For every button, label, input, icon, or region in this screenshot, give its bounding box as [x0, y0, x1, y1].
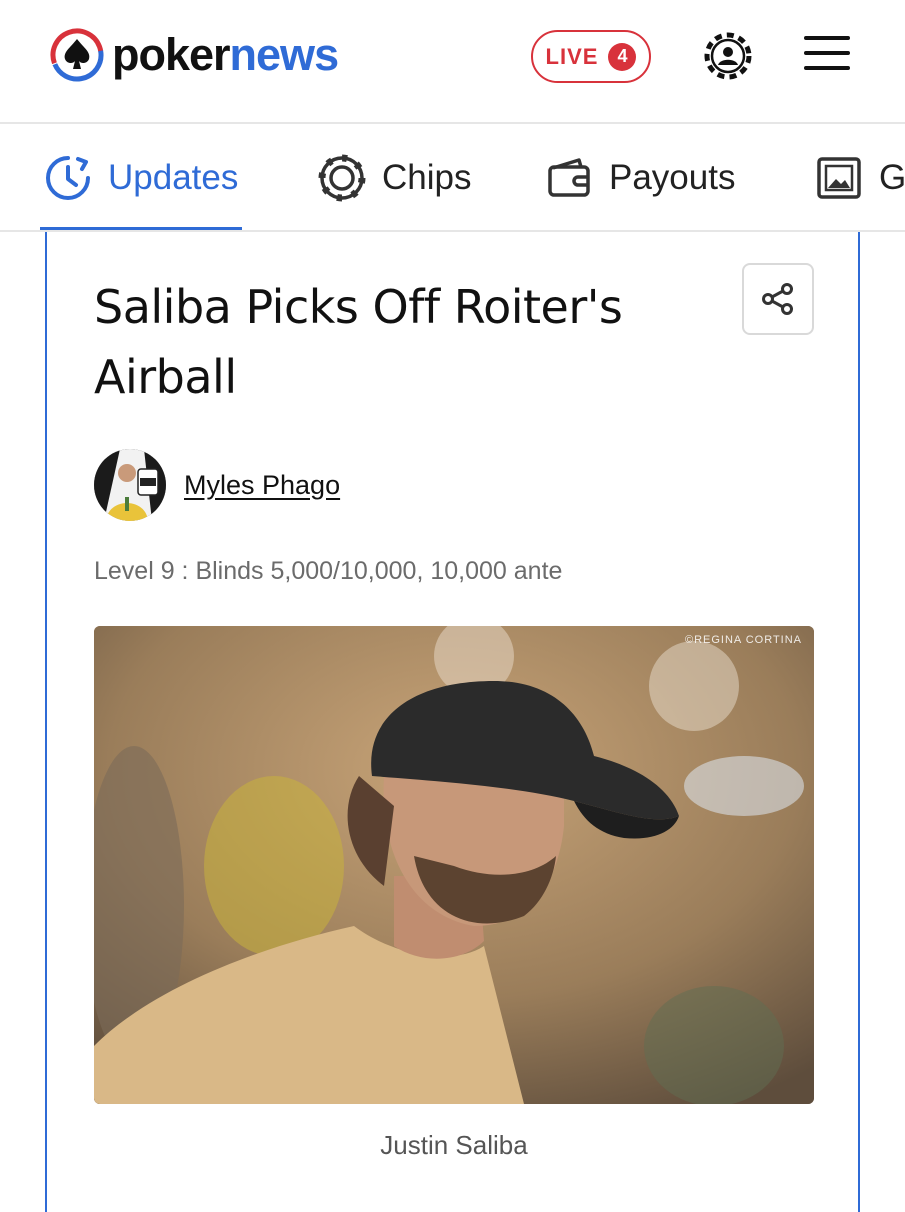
tab-gallery[interactable]: G: [815, 126, 905, 230]
post-title: Saliba Picks Off Roiter's Airball: [94, 280, 623, 404]
tab-label: Payouts: [609, 158, 736, 197]
live-label: LIVE: [545, 43, 599, 69]
tab-label: G: [879, 158, 905, 197]
spade-logo-icon: [50, 28, 104, 82]
section-tabs: Updates Chips Payouts G: [0, 126, 905, 232]
pokernews-logo[interactable]: pokernews: [50, 28, 340, 82]
live-update-card: Saliba Picks Off Roiter's Airball Myles …: [45, 232, 860, 1212]
tab-label: Chips: [382, 158, 472, 197]
live-count-badge: 4: [608, 42, 637, 71]
share-button[interactable]: [742, 263, 814, 335]
share-icon: [762, 283, 793, 315]
logo-wordmark: pokernews: [112, 28, 340, 82]
photo-caption: Justin Saliba: [380, 1130, 528, 1160]
author-link[interactable]: Myles Phago: [184, 470, 340, 501]
wallet-icon: [548, 158, 590, 197]
hamburger-menu-icon[interactable]: [804, 36, 850, 72]
menu-line: [804, 66, 850, 70]
tab-payouts[interactable]: Payouts: [545, 126, 735, 230]
live-button[interactable]: LIVE 4: [531, 30, 651, 83]
avatar[interactable]: [94, 449, 166, 521]
author-block: Myles Phago: [94, 449, 340, 521]
top-header: pokernews LIVE 4: [0, 0, 905, 124]
level-blinds-info: Level 9 : Blinds 5,000/10,000, 10,000 an…: [94, 557, 563, 585]
player-photo-illustration: [94, 626, 814, 1104]
menu-line: [804, 36, 850, 40]
logo-text-news: news: [229, 29, 340, 80]
clock-icon: [46, 156, 90, 200]
gallery-icon: [817, 157, 861, 199]
tab-chips[interactable]: Chips: [318, 126, 471, 230]
logo-text-poker: poker: [112, 29, 231, 80]
player-photo[interactable]: ©REGINA CORTINA: [94, 626, 814, 1104]
user-chip-icon[interactable]: [704, 32, 752, 80]
tab-label: Updates: [108, 158, 239, 197]
menu-line: [804, 51, 850, 55]
tab-updates[interactable]: Updates: [39, 126, 243, 230]
poker-chip-icon: [318, 154, 366, 202]
author-photo: [94, 449, 166, 521]
photo-credit: ©REGINA CORTINA: [684, 634, 802, 646]
